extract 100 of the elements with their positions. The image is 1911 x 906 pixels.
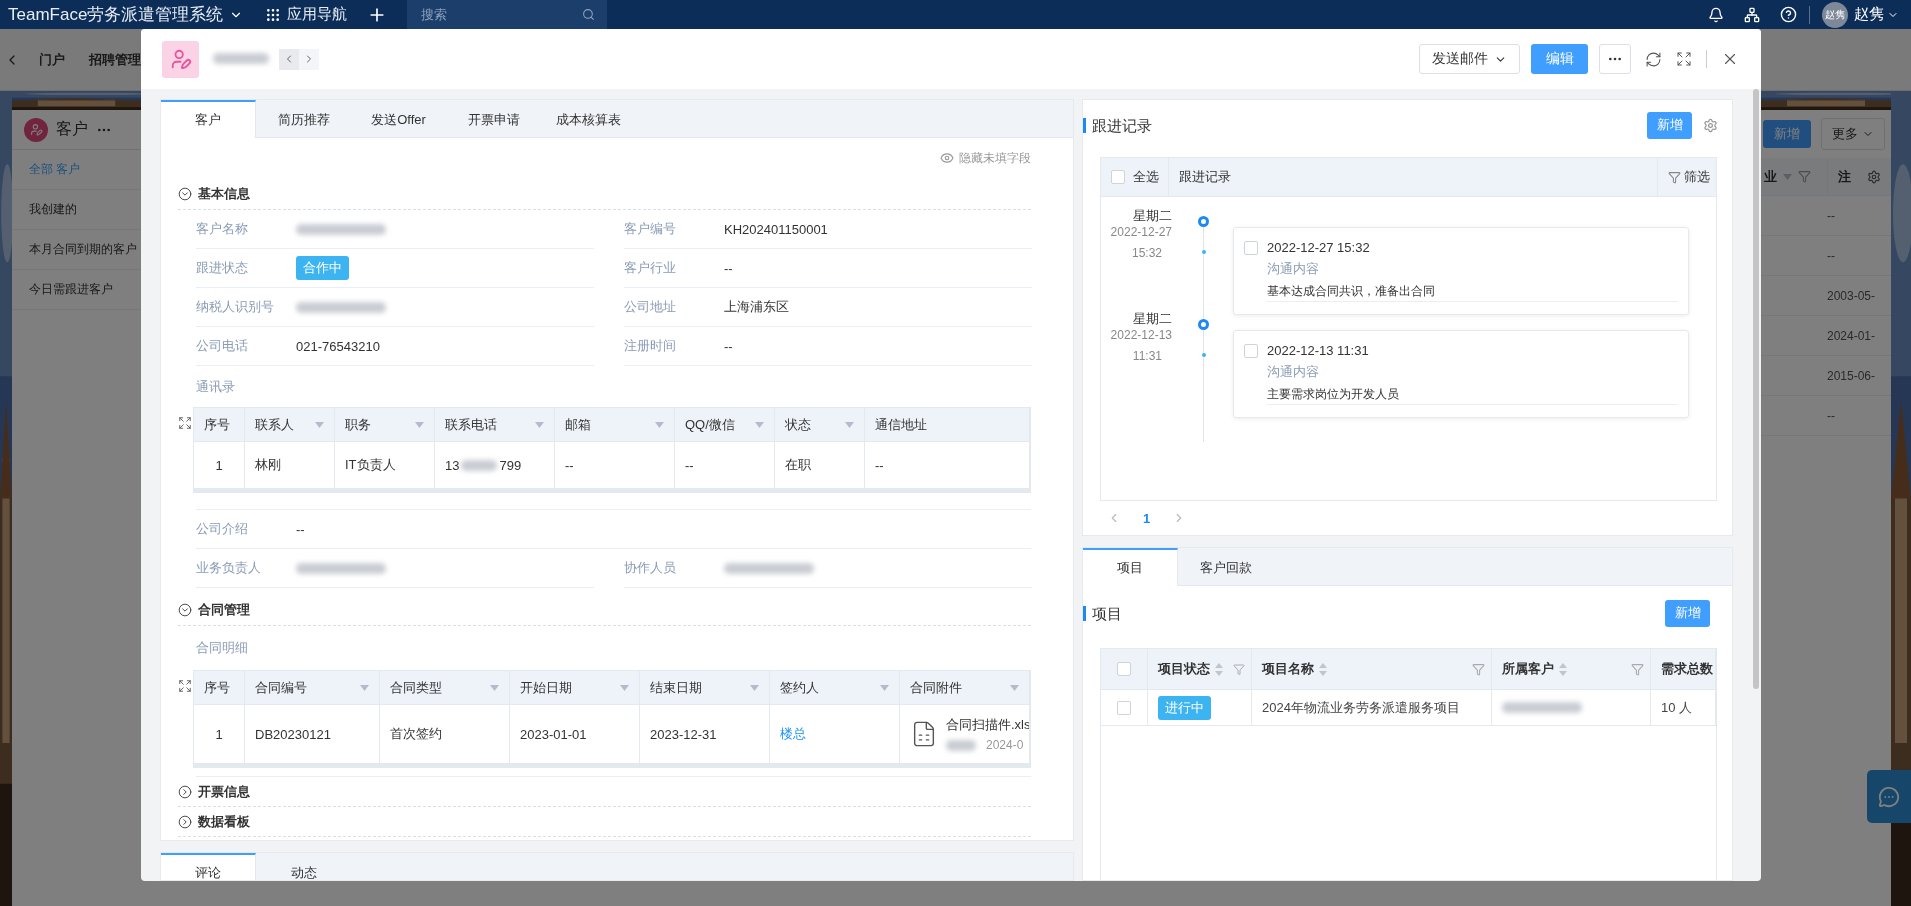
next-button[interactable]	[299, 48, 319, 70]
weekday-text: 星期二	[1133, 208, 1172, 224]
eye-icon[interactable]	[940, 151, 954, 165]
sort-icon[interactable]	[1215, 662, 1223, 676]
dropdown-caret-icon[interactable]	[755, 421, 764, 428]
notification-icon[interactable]	[1708, 6, 1724, 23]
filter-icon[interactable]	[1472, 662, 1485, 676]
chat-icon	[1878, 785, 1900, 808]
dropdown-caret-icon[interactable]	[655, 421, 664, 428]
search-icon[interactable]	[582, 8, 596, 21]
time-text: 15:32	[1131, 246, 1162, 260]
previous-button[interactable]	[279, 48, 299, 70]
dropdown-caret-icon[interactable]	[1783, 173, 1792, 180]
app-title: TeamFace劳务派遣管理系统	[8, 4, 224, 26]
refresh-icon[interactable]	[1645, 50, 1662, 68]
column-header: 联系人	[255, 415, 294, 434]
tab[interactable]: 项目	[1083, 548, 1178, 586]
column-header: 项目状态	[1158, 660, 1210, 678]
filter-icon[interactable]	[1668, 170, 1681, 184]
tab[interactable]: 评论	[161, 853, 256, 880]
tab[interactable]: 发送Offer	[351, 100, 446, 137]
fullscreen-icon[interactable]	[178, 416, 192, 430]
collapse-icon[interactable]	[178, 602, 192, 617]
tab[interactable]: 成本核算表	[541, 100, 636, 137]
table-cell-text: --	[875, 457, 884, 473]
checkbox[interactable]	[1117, 700, 1131, 715]
help-icon[interactable]	[1780, 6, 1797, 23]
page-number[interactable]: 1	[1143, 510, 1151, 526]
field-label: 协作人员	[624, 559, 677, 577]
tab[interactable]: 客户回款	[1178, 548, 1273, 585]
dropdown-caret-icon[interactable]	[620, 684, 629, 691]
signer-link[interactable]: 楼总	[780, 725, 806, 743]
dropdown-caret-icon[interactable]	[415, 421, 424, 428]
more-button[interactable]	[1599, 44, 1631, 74]
settings-icon[interactable]	[1703, 117, 1718, 133]
entry-datetime: 2022-12-27 15:32	[1267, 240, 1371, 255]
filter-icon[interactable]	[1798, 170, 1811, 183]
nav-tab[interactable]: 门户	[39, 50, 65, 69]
checkbox[interactable]	[1244, 241, 1258, 255]
add-button[interactable]: 新增	[1647, 111, 1692, 139]
tab[interactable]: 简历推荐	[256, 100, 351, 137]
nav-tab[interactable]: 招聘管理	[89, 50, 141, 69]
filter-label[interactable]: 筛选	[1684, 168, 1710, 186]
table-cell-text: 2023-12-31	[650, 726, 717, 742]
entry-label: 沟通内容	[1267, 260, 1320, 278]
select-all-label: 全选	[1133, 168, 1159, 186]
subsection-label: 通讯录	[196, 377, 235, 396]
table-cell-text: --	[1827, 408, 1835, 423]
sort-icon[interactable]	[1559, 662, 1567, 676]
collapse-icon[interactable]	[178, 186, 192, 201]
tab[interactable]: 动态	[256, 853, 351, 880]
table-cell-text: --	[565, 457, 574, 473]
user-avatar[interactable]: 赵隽	[1822, 1, 1848, 28]
column-header: 职务	[345, 415, 371, 434]
dropdown-caret-icon[interactable]	[360, 684, 369, 691]
dropdown-caret-icon[interactable]	[315, 421, 324, 428]
org-chart-icon[interactable]	[1744, 6, 1760, 23]
section-title: 开票信息	[198, 782, 250, 801]
dropdown-caret-icon[interactable]	[845, 421, 854, 428]
dropdown-caret-icon[interactable]	[750, 684, 759, 691]
chat-button[interactable]	[1867, 770, 1911, 823]
tab[interactable]: 客户	[161, 100, 256, 138]
timeline-dot	[1198, 319, 1209, 330]
expand-icon[interactable]	[178, 814, 192, 829]
column-header: 跟进记录	[1179, 168, 1231, 186]
fullscreen-icon[interactable]	[178, 679, 192, 693]
scrollbar-thumb[interactable]	[1753, 89, 1759, 689]
table-cell-text: 1	[215, 726, 223, 742]
checkbox[interactable]	[1117, 662, 1131, 676]
column-header: 通信地址	[875, 415, 927, 434]
field-label: 注册时间	[624, 337, 677, 355]
app-grid-icon[interactable]	[265, 6, 282, 23]
table-cell-text: 2015-06-	[1827, 368, 1876, 383]
app-nav-link[interactable]: 应用导航	[287, 5, 348, 24]
more-button[interactable]: 更多	[1821, 118, 1885, 150]
sort-icon[interactable]	[1319, 662, 1327, 676]
dropdown-caret-icon[interactable]	[880, 684, 889, 691]
edit-button[interactable]: 编辑	[1531, 44, 1588, 74]
column-header: 开始日期	[520, 678, 572, 697]
field-label: 业务负责人	[196, 559, 262, 577]
dropdown-caret-icon[interactable]	[490, 684, 499, 691]
checkbox[interactable]	[1244, 344, 1258, 358]
dropdown-caret-icon[interactable]	[1010, 684, 1019, 691]
phone-text: 13	[445, 457, 460, 473]
search-field[interactable]: 搜索	[407, 0, 608, 29]
expand-icon[interactable]	[178, 784, 192, 799]
checkbox[interactable]	[1111, 170, 1125, 184]
send-mail-button[interactable]: 发送邮件	[1419, 44, 1520, 74]
entry-label: 沟通内容	[1267, 363, 1320, 381]
filter-icon[interactable]	[1233, 662, 1245, 676]
settings-icon[interactable]	[1867, 169, 1881, 184]
tab[interactable]: 开票申请	[446, 100, 541, 137]
user-name[interactable]: 赵隽	[1854, 5, 1884, 24]
add-button[interactable]: 新增	[1665, 599, 1710, 627]
dropdown-caret-icon[interactable]	[535, 421, 544, 428]
filter-icon[interactable]	[1631, 662, 1644, 676]
hide-empty-fields-link[interactable]: 隐藏未填字段	[959, 149, 1031, 167]
column-header: 业	[1764, 167, 1777, 186]
fullscreen-icon[interactable]	[1676, 51, 1692, 67]
field-label: 跟进状态	[196, 259, 249, 277]
